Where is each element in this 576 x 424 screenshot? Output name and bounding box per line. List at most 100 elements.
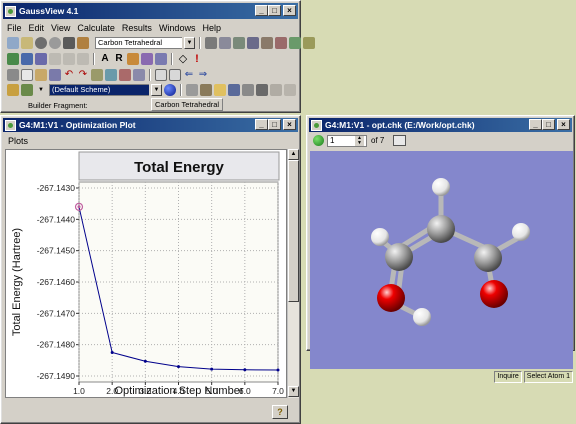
save-icon[interactable] <box>228 83 240 96</box>
preferences-icon[interactable] <box>200 83 212 96</box>
exclamation-icon[interactable]: ! <box>191 52 203 65</box>
camera-icon[interactable] <box>256 83 268 96</box>
frame-total-label: of 7 <box>371 136 385 145</box>
close-button[interactable]: × <box>283 5 296 16</box>
scheme-combo[interactable]: (Default Scheme) <box>49 83 149 96</box>
clean-icon[interactable] <box>303 36 315 49</box>
delete-atom-icon[interactable] <box>275 36 287 49</box>
sphere-render-icon[interactable] <box>164 83 176 96</box>
reset-view-icon[interactable] <box>105 68 117 81</box>
menu-results[interactable]: Results <box>122 23 152 33</box>
cut-icon[interactable] <box>7 68 19 81</box>
menu-edit[interactable]: Edit <box>29 23 45 33</box>
play-animation-icon[interactable] <box>313 135 324 146</box>
menu-view[interactable]: View <box>51 23 70 33</box>
window-layout-icon[interactable] <box>155 68 167 81</box>
bond-style-icon[interactable] <box>141 52 153 65</box>
modify-angle-icon[interactable] <box>219 36 231 49</box>
viewer-maximize-button[interactable]: □ <box>542 119 555 130</box>
frame-spin-arrows[interactable]: ▲ ▼ <box>355 136 364 146</box>
scroll-down-arrow[interactable]: ▼ <box>288 386 299 397</box>
translate-icon[interactable] <box>21 52 33 65</box>
open-file-icon[interactable] <box>21 36 33 49</box>
r-group-fragment-icon[interactable] <box>63 36 75 49</box>
print-preview-icon[interactable] <box>242 83 254 96</box>
hydrogen-atom <box>413 308 431 326</box>
folder-icon[interactable] <box>214 83 226 96</box>
viewer-title-bar[interactable]: G4:M1:V1 - opt.chk (E:/Work/opt.chk) _ □… <box>309 118 572 132</box>
menu-windows[interactable]: Windows <box>159 23 196 33</box>
molecule-model <box>371 178 530 326</box>
scheme-dropdown-icon[interactable]: ▼ <box>35 83 47 96</box>
plot-title-bar[interactable]: G4:M1:V1 - Optimization Plot _ □ × <box>3 118 298 132</box>
main-title-bar[interactable]: GaussView 4.1 _ □ × <box>3 3 298 19</box>
energy-line-chart: Total Energy -267.1430 -267.1440 -267.1450 -… <box>6 150 286 397</box>
data-point <box>210 367 214 371</box>
mirror-icon[interactable] <box>63 52 75 65</box>
symmetrize-icon[interactable] <box>289 36 301 49</box>
plot-minimize-button[interactable]: _ <box>255 119 268 130</box>
center-icon[interactable] <box>119 68 131 81</box>
rebond-icon[interactable] <box>49 52 61 65</box>
minimize-button[interactable]: _ <box>255 5 268 16</box>
add-valence-icon[interactable] <box>261 36 273 49</box>
select-icon[interactable] <box>91 68 103 81</box>
menu-help[interactable]: Help <box>202 23 221 33</box>
scroll-thumb[interactable] <box>288 160 299 302</box>
text-label-icon[interactable]: A <box>99 52 111 65</box>
rotate-icon[interactable] <box>7 52 19 65</box>
modify-dihedral-icon[interactable] <box>233 36 245 49</box>
scheme-combo-dropdown[interactable]: ▼ <box>151 83 162 96</box>
data-point <box>77 205 81 209</box>
previous-icon[interactable]: ⇐ <box>183 68 195 81</box>
tile-windows-icon[interactable] <box>169 68 181 81</box>
ring-fragment-icon[interactable] <box>49 36 61 49</box>
next-icon[interactable]: ⇒ <box>197 68 209 81</box>
plot-close-button[interactable]: × <box>283 119 296 130</box>
menu-file[interactable]: File <box>7 23 22 33</box>
toolbar-separator <box>171 52 173 65</box>
redo-icon[interactable]: ↷ <box>77 68 89 81</box>
add-hydrogens-icon[interactable] <box>77 52 89 65</box>
plot-vertical-scrollbar[interactable]: ▲ ▼ <box>287 149 299 398</box>
color-scheme-icon[interactable] <box>7 83 19 96</box>
rendering-icon[interactable]: R <box>113 52 125 65</box>
paint-icon[interactable] <box>127 52 139 65</box>
print-icon[interactable] <box>186 83 198 96</box>
scroll-up-arrow[interactable]: ▲ <box>288 149 299 160</box>
maximize-button[interactable]: □ <box>268 5 281 16</box>
molecule-group-icon[interactable] <box>270 83 282 96</box>
scheme-settings-icon[interactable] <box>21 83 33 96</box>
frame-list-icon[interactable] <box>393 135 406 146</box>
undo-icon[interactable]: ↶ <box>63 68 75 81</box>
list-icon[interactable] <box>284 83 296 96</box>
main-menu-bar: File Edit View Calculate Results Windows… <box>1 21 300 35</box>
plot-window-title: G4:M1:V1 - Optimization Plot <box>19 120 136 130</box>
viewer-minimize-button[interactable]: _ <box>529 119 542 130</box>
plot-maximize-button[interactable]: □ <box>268 119 281 130</box>
viewer-window-title: G4:M1:V1 - opt.chk (E:/Work/opt.chk) <box>325 120 475 130</box>
y-tick-label: -267.1440 <box>37 214 76 224</box>
diamond-icon[interactable]: ◇ <box>177 52 189 65</box>
zoom-icon[interactable] <box>35 52 47 65</box>
menu-plots[interactable]: Plots <box>8 136 28 146</box>
gaussview-main-window: GaussView 4.1 _ □ × File Edit View Calcu… <box>0 0 315 113</box>
modify-bond-icon[interactable] <box>205 36 217 49</box>
new-molecule-icon[interactable] <box>7 36 19 49</box>
fragment-combo-dropdown[interactable]: ▼ <box>184 36 195 49</box>
delete-icon[interactable] <box>49 68 61 81</box>
toolbar-separator <box>199 36 201 49</box>
display-format-icon[interactable] <box>155 52 167 65</box>
help-button[interactable]: ? <box>272 405 288 419</box>
menu-calculate[interactable]: Calculate <box>77 23 115 33</box>
inquire-icon[interactable] <box>247 36 259 49</box>
fragment-combo[interactable]: Carbon Tetrahedral <box>95 36 182 49</box>
element-fragment-icon[interactable] <box>35 36 47 49</box>
biological-fragment-icon[interactable] <box>77 36 89 49</box>
molecule-3d-view[interactable] <box>310 151 573 369</box>
dummy-atom-icon[interactable] <box>133 68 145 81</box>
oxygen-atom <box>480 280 508 308</box>
paste-icon[interactable] <box>35 68 47 81</box>
copy-icon[interactable] <box>21 68 33 81</box>
viewer-close-button[interactable]: × <box>557 119 570 130</box>
